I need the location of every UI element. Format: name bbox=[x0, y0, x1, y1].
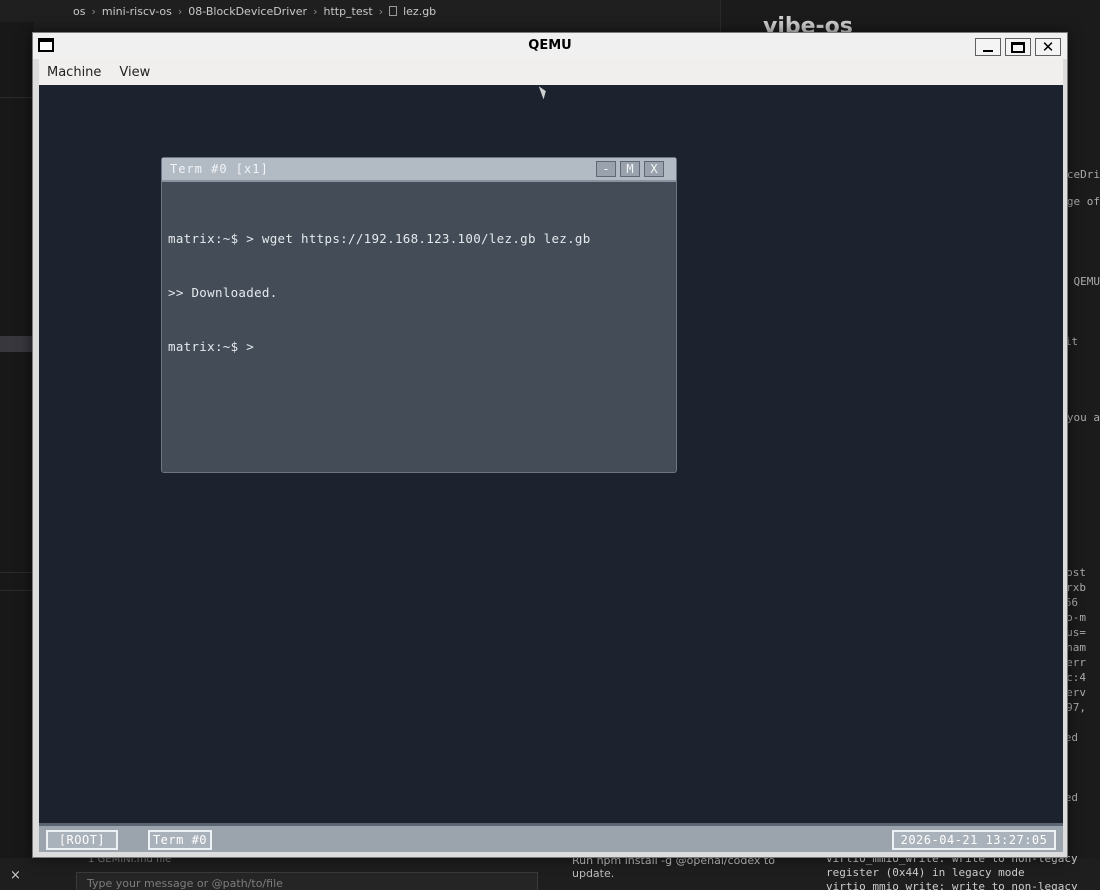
breadcrumb-item[interactable]: 08-BlockDeviceDriver bbox=[188, 5, 307, 18]
terminal-line: >> Downloaded. bbox=[168, 285, 278, 300]
editor-side-panel bbox=[0, 22, 34, 890]
window-title: QEMU bbox=[528, 38, 572, 53]
file-icon bbox=[389, 6, 398, 16]
editor-bottom-area: × 1 GEMINI.md file Type your message or … bbox=[0, 852, 1100, 890]
maximize-icon bbox=[1011, 41, 1025, 53]
terminal-titlebar[interactable]: Term #0 [x1] - M X bbox=[162, 158, 676, 182]
log-fragment: us= bbox=[1066, 626, 1086, 639]
log-line: virtio_mmio_write: write to non-legacy r… bbox=[826, 880, 1078, 890]
minimize-button[interactable] bbox=[975, 38, 1001, 56]
maximize-button[interactable] bbox=[1005, 38, 1031, 56]
close-icon[interactable]: × bbox=[10, 868, 21, 883]
mouse-cursor-icon bbox=[538, 84, 549, 100]
breadcrumb: os › mini-riscv-os › 08-BlockDeviceDrive… bbox=[0, 0, 720, 22]
breadcrumb-item[interactable]: mini-riscv-os bbox=[102, 5, 172, 18]
breadcrumb-item[interactable]: os bbox=[73, 5, 85, 18]
log-fragment: ost bbox=[1066, 566, 1086, 579]
chevron-right-icon: › bbox=[313, 4, 318, 18]
terminal-prompt: matrix:~$ > bbox=[168, 339, 255, 354]
guest-display[interactable]: Term #0 [x1] - M X matrix:~$ > wget http… bbox=[39, 84, 1063, 852]
selected-list-row[interactable] bbox=[0, 336, 34, 352]
terminal-output[interactable]: matrix:~$ > wget https://192.168.123.100… bbox=[168, 194, 591, 392]
log-fragment: erv bbox=[1066, 686, 1086, 699]
log-fragment: o-m bbox=[1066, 611, 1086, 624]
window-icon bbox=[38, 38, 54, 52]
log-fragment: c:4 bbox=[1066, 671, 1086, 684]
qemu-titlebar[interactable]: QEMU ✕ bbox=[33, 33, 1067, 59]
chat-input[interactable]: Type your message or @path/to/file bbox=[76, 872, 538, 890]
taskbar-root-button[interactable]: [ROOT] bbox=[46, 830, 118, 850]
text-fragment: QEMU bbox=[1073, 275, 1100, 288]
text-fragment: ge of bbox=[1066, 195, 1100, 208]
menu-bar: Machine View bbox=[39, 59, 1063, 85]
taskbar-clock: 2026-04-21 13:27:05 bbox=[892, 830, 1056, 850]
chevron-right-icon: › bbox=[378, 4, 384, 18]
menu-machine[interactable]: Machine bbox=[47, 65, 101, 80]
log-fragment: nam bbox=[1066, 641, 1086, 654]
close-button[interactable]: ✕ bbox=[1035, 38, 1061, 56]
terminal-window[interactable]: Term #0 [x1] - M X matrix:~$ > wget http… bbox=[161, 157, 677, 473]
log-fragment: rxb bbox=[1066, 581, 1086, 594]
chevron-right-icon: › bbox=[91, 4, 96, 18]
breadcrumb-item[interactable]: lez.gb bbox=[403, 5, 436, 18]
divider bbox=[0, 590, 34, 591]
taskbar-term-button[interactable]: Term #0 bbox=[148, 830, 212, 850]
breadcrumb-item[interactable]: http_test bbox=[323, 5, 372, 18]
terminal-line: matrix:~$ > wget https://192.168.123.100… bbox=[168, 231, 591, 246]
terminal-maximize-button[interactable]: M bbox=[620, 161, 640, 177]
minimize-icon bbox=[983, 50, 993, 52]
terminal-minimize-button[interactable]: - bbox=[596, 161, 616, 177]
menu-view[interactable]: View bbox=[119, 65, 150, 80]
qemu-window: QEMU ✕ Machine View Term #0 [x1] - M X m… bbox=[32, 32, 1068, 858]
divider bbox=[0, 572, 34, 573]
chevron-right-icon: › bbox=[177, 4, 183, 18]
taskbar: [ROOT] Term #0 2026-04-21 13:27:05 bbox=[39, 823, 1063, 852]
divider bbox=[0, 97, 34, 98]
log-fragment: err bbox=[1066, 656, 1086, 669]
terminal-close-button[interactable]: X bbox=[644, 161, 664, 177]
terminal-title: Term #0 [x1] bbox=[170, 162, 269, 176]
log-fragment: 97, bbox=[1066, 701, 1086, 714]
text-fragment: ceDri bbox=[1066, 168, 1100, 181]
